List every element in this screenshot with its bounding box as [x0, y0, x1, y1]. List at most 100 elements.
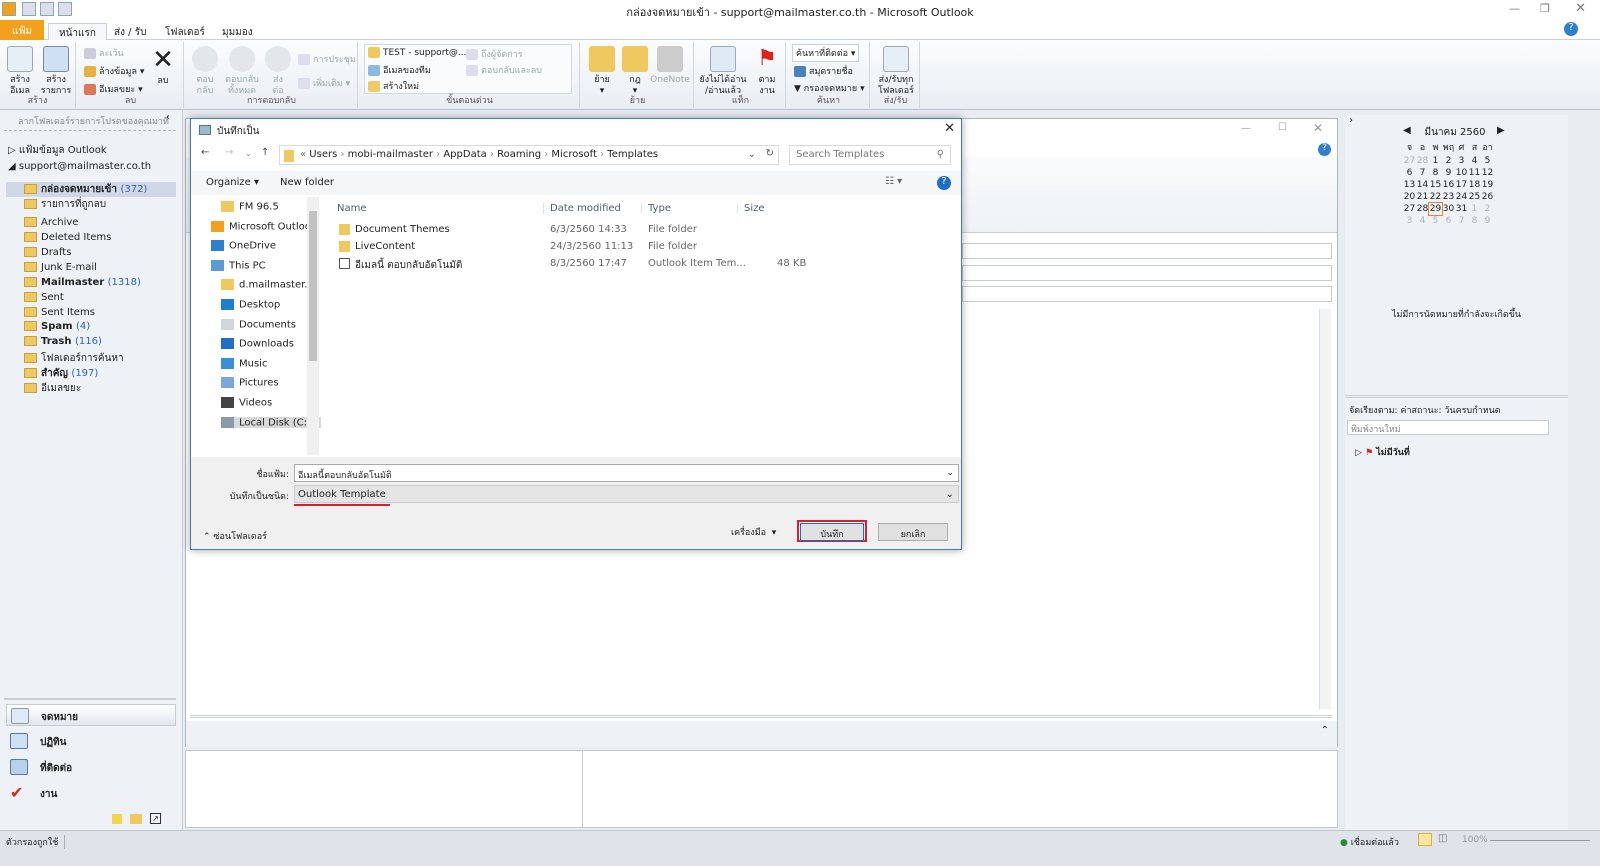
- breadcrumb-item[interactable]: Microsoft: [551, 149, 597, 160]
- calendar-day[interactable]: 6: [1403, 167, 1416, 179]
- recent-locations-button[interactable]: ⌄: [245, 149, 252, 158]
- tree-item[interactable]: Microsoft Outlook: [211, 220, 317, 232]
- tree-item[interactable]: This PC: [211, 259, 266, 271]
- cancel-button[interactable]: ยกเลิก: [878, 523, 948, 541]
- tree-item[interactable]: FM 96.5: [221, 201, 279, 213]
- calendar-day[interactable]: 12: [1481, 167, 1494, 179]
- quick-step-team-email[interactable]: อีเมลของทีม: [368, 63, 431, 77]
- calendar-day[interactable]: 25: [1468, 191, 1481, 203]
- calendar-day[interactable]: 27: [1403, 203, 1416, 215]
- search-input[interactable]: Search Templates ⚲: [789, 145, 951, 165]
- folder-list-icon[interactable]: [130, 814, 142, 824]
- view-options-button[interactable]: ☷ ▾: [885, 176, 902, 187]
- subject-field[interactable]: [962, 286, 1332, 302]
- calendar-day[interactable]: 8: [1429, 167, 1442, 179]
- account-item[interactable]: ◢ support@mailmaster.co.th: [8, 161, 151, 172]
- calendar-day[interactable]: 2: [1481, 203, 1494, 215]
- calendar-day[interactable]: 17: [1455, 179, 1468, 191]
- close-button[interactable]: ✕: [1575, 1, 1586, 16]
- dialog-help-icon[interactable]: ?: [937, 176, 951, 190]
- folder-item[interactable]: Spam (4): [24, 321, 90, 332]
- address-bar[interactable]: « Users › mobi-mailmaster › AppData › Ro…: [279, 145, 779, 165]
- module-tasks[interactable]: ✔ งาน: [6, 782, 176, 804]
- tab-file[interactable]: แฟ้ม: [0, 20, 45, 40]
- calendar-day[interactable]: 18: [1468, 179, 1481, 191]
- cc-field[interactable]: [962, 265, 1332, 281]
- folder-item[interactable]: โฟลเดอร์การค้นหา: [24, 351, 124, 366]
- breadcrumb-item[interactable]: Users: [309, 149, 337, 160]
- expand-people-icon[interactable]: ⌃: [1321, 725, 1329, 736]
- calendar-day[interactable]: 10: [1455, 167, 1468, 179]
- new-task-input[interactable]: พิมพ์งานใหม่: [1347, 420, 1549, 435]
- follow-up-button[interactable]: ⚑ ตาม งาน: [752, 46, 782, 97]
- unread-read-button[interactable]: ยังไม่ได้อ่าน /อ่านแล้ว: [698, 46, 748, 97]
- breadcrumb-item[interactable]: Roaming: [497, 149, 541, 160]
- folder-item[interactable]: Trash (116): [24, 336, 102, 347]
- file-row[interactable]: Document Themes 6/3/2560 14:33 File folder: [337, 222, 807, 238]
- to-field[interactable]: [962, 243, 1332, 259]
- quick-step-create-new[interactable]: สร้างใหม่: [368, 79, 419, 93]
- calendar-day[interactable]: 3: [1455, 155, 1468, 167]
- calendar-day[interactable]: 3: [1403, 215, 1416, 227]
- tree-item[interactable]: Local Disk (C:): [221, 416, 321, 429]
- shortcuts-icon[interactable]: ↗: [150, 813, 161, 824]
- minimize-button[interactable]: —: [1509, 2, 1520, 15]
- calendar-day[interactable]: 28: [1416, 155, 1429, 167]
- calendar-day[interactable]: 14: [1416, 179, 1429, 191]
- rules-button[interactable]: กฎ ▾: [620, 46, 650, 97]
- new-items-button[interactable]: สร้าง รายการ: [38, 46, 74, 97]
- calendar-day[interactable]: 7: [1416, 167, 1429, 179]
- tree-item[interactable]: Music: [221, 357, 267, 369]
- address-dropdown[interactable]: ⌄: [748, 149, 756, 160]
- calendar-day[interactable]: 28: [1416, 203, 1429, 215]
- help-icon[interactable]: ?: [1564, 22, 1578, 36]
- address-book-button[interactable]: สมุดรายชื่อ: [794, 64, 853, 78]
- calendar-day[interactable]: 27: [1403, 155, 1416, 167]
- hide-folders-button[interactable]: ⌃ ซ่อนโฟลเดอร์: [203, 529, 267, 543]
- more-button[interactable]: เพิ่มเติม ▾: [298, 76, 350, 90]
- calendar-day[interactable]: 4: [1468, 155, 1481, 167]
- module-mail[interactable]: จดหมาย: [6, 704, 176, 726]
- tree-item[interactable]: Desktop: [221, 299, 280, 311]
- tab-home[interactable]: หน้าแรก: [48, 23, 107, 41]
- dialog-close-button[interactable]: ✕: [944, 121, 955, 136]
- expand-todo-button[interactable]: ›: [1349, 115, 1353, 126]
- calendar-day[interactable]: 6: [1442, 215, 1455, 227]
- folder-item[interactable]: Drafts: [24, 247, 71, 258]
- quick-step-test[interactable]: TEST - support@...: [368, 47, 467, 58]
- filetype-select[interactable]: Outlook Template ⌄: [294, 485, 959, 503]
- calendar-day[interactable]: 24: [1455, 191, 1468, 203]
- module-contacts[interactable]: ที่ติดต่อ: [6, 756, 176, 778]
- calendar-day[interactable]: 23: [1442, 191, 1455, 203]
- tree-scrollbar[interactable]: [307, 197, 319, 455]
- tree-item[interactable]: Pictures: [221, 377, 279, 389]
- calendar-day[interactable]: 8: [1468, 215, 1481, 227]
- calendar-day[interactable]: 2: [1442, 155, 1455, 167]
- clean-up-button[interactable]: ล้างข้อมูล ▾: [84, 64, 144, 78]
- refresh-icon[interactable]: ↻: [766, 148, 774, 159]
- no-date-group[interactable]: ▷ ⚑ ไม่มีวันที่: [1355, 445, 1410, 459]
- folder-item[interactable]: Sent Items: [24, 307, 95, 318]
- module-calendar[interactable]: ปฏิทิน: [6, 730, 176, 752]
- calendar-day[interactable]: 22: [1429, 191, 1442, 203]
- folder-item[interactable]: อีเมลขยะ: [24, 381, 81, 396]
- folder-item[interactable]: รายการที่ถูกลบ: [24, 197, 106, 212]
- compose-maximize-button[interactable]: ☐: [1278, 122, 1287, 133]
- zoom-slider[interactable]: [1490, 840, 1590, 841]
- onenote-button[interactable]: OneNote: [650, 46, 690, 86]
- tools-button[interactable]: เครื่องมือ ▾: [731, 525, 776, 539]
- move-button[interactable]: ย้าย ▾: [586, 46, 618, 97]
- column-type[interactable]: Type: [641, 203, 671, 214]
- breadcrumb-item[interactable]: Templates: [607, 149, 658, 160]
- tree-item[interactable]: Downloads: [221, 338, 294, 350]
- folder-item[interactable]: Sent: [24, 292, 64, 303]
- compose-help-icon[interactable]: ?: [1318, 143, 1331, 156]
- folder-item[interactable]: สำคัญ (197): [24, 366, 98, 381]
- calendar-day[interactable]: 1: [1468, 203, 1481, 215]
- calendar-day[interactable]: 7: [1455, 215, 1468, 227]
- calendar-day[interactable]: 5: [1429, 215, 1442, 227]
- calendar-day[interactable]: 1: [1429, 155, 1442, 167]
- forward-button[interactable]: ส่ง ต่อ: [264, 46, 292, 97]
- compose-minimize-button[interactable]: —: [1241, 123, 1251, 134]
- notes-icon[interactable]: [112, 814, 122, 824]
